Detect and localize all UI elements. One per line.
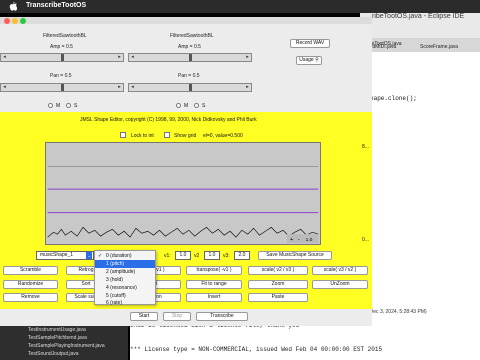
shape-graph[interactable]: + - 1.0 (45, 142, 321, 245)
radio-label: S (202, 103, 206, 109)
show-grid-label: Show grid (174, 133, 197, 139)
scale-v3-v2-button[interactable]: scale( v3 / v2 ) (312, 266, 368, 275)
dropdown-item[interactable]: 4 (resonance) (95, 284, 155, 292)
slider-right-arrow-icon[interactable]: ▸ (116, 84, 123, 91)
console-output: JMSL is licensed with a license file, th… (130, 320, 480, 360)
slider-left-arrow-icon[interactable]: ◂ (129, 84, 136, 91)
pan-label: Pan = 0.5 (50, 73, 72, 79)
save-musicshape-source-button[interactable]: Save MusicShape Source (258, 251, 332, 260)
slider-right-arrow-icon[interactable]: ▸ (244, 84, 251, 91)
stop-button[interactable]: Stop (163, 312, 191, 321)
slider-left-arrow-icon[interactable]: ◂ (1, 54, 8, 61)
shape-select-label: musicShape_1 (40, 252, 74, 258)
graph-min-label: 0... (362, 237, 369, 243)
code-line: hape.clone(); (370, 95, 417, 102)
v1-label: v1: (164, 253, 171, 259)
randomize-button[interactable]: Randomize (3, 280, 58, 289)
status-text: el=0, value=0.500 (203, 133, 243, 139)
app-menu-name[interactable]: TranscribeTootOS (26, 2, 86, 9)
insert-button[interactable]: Insert (186, 293, 242, 302)
eclipse-window-title: ribeTootOS.java - Eclipse IDE (372, 13, 465, 20)
scramble-button[interactable]: Scramble (3, 266, 58, 275)
mute-radio[interactable] (176, 103, 181, 108)
graph-max-label: 8... (362, 144, 369, 150)
apple-icon[interactable] (9, 1, 17, 11)
pan-slider[interactable]: ◂ ▸ (128, 83, 252, 92)
amp-slider[interactable]: ◂ ▸ (0, 53, 124, 62)
solo-radio[interactable] (194, 103, 199, 108)
v2-field[interactable]: 1.0 (204, 251, 220, 260)
slider-right-arrow-icon[interactable]: ▸ (116, 54, 123, 61)
checkmark-icon: ✓ (98, 253, 103, 259)
amp-slider[interactable]: ◂ ▸ (128, 53, 252, 62)
solo-radio[interactable] (66, 103, 71, 108)
zoom-button[interactable]: Zoom (248, 280, 308, 289)
record-wav-button[interactable]: Record WAV (290, 39, 330, 48)
usage-button[interactable]: Usage ⚲ (296, 56, 322, 65)
console-line: *** License type = NON-COMMERCIAL, issue… (130, 346, 383, 353)
fit-to-range-button[interactable]: Fit to range (186, 280, 242, 289)
dimension-dropdown-menu: ✓ 0 (duration) 1 (pitch) 2 (amplitude) 3 … (94, 250, 156, 307)
mute-radio[interactable] (48, 103, 53, 108)
radio-label: M (56, 103, 61, 109)
usage-label: Usage (299, 57, 314, 63)
start-button[interactable]: Start (130, 312, 158, 321)
scale-v2-v3-button[interactable]: scale( v2 / v3 ) (248, 266, 308, 275)
v3-field[interactable]: 2.0 (234, 251, 250, 260)
radio-label: M (184, 103, 189, 109)
slider-right-arrow-icon[interactable]: ▸ (244, 54, 251, 61)
slider-thumb[interactable] (189, 84, 192, 91)
transpose-v1-button[interactable]: transpose( -v1 ) (186, 266, 242, 275)
tree-item[interactable]: TestSamplePlayingInstrument.java (28, 343, 105, 349)
slider-left-arrow-icon[interactable]: ◂ (1, 84, 8, 91)
dropdown-item[interactable]: 2 (amplitude) (95, 268, 155, 276)
lock-to-int-checkbox[interactable] (120, 132, 126, 138)
tree-item[interactable]: TestSamplePitchbend.java (28, 335, 87, 341)
filter-title: FilteredSawtoothBL (43, 33, 87, 39)
show-grid-checkbox[interactable] (164, 132, 170, 138)
tree-item[interactable]: TestInstrumentUsage.java (28, 327, 86, 333)
slider-thumb[interactable] (61, 84, 64, 91)
eclipse-code-area[interactable] (360, 52, 480, 192)
console-timestamp: (Dec 3, 2024, 5:28:43 PM) (368, 309, 427, 315)
editor-header: JMSL Shape Editor, copyright (C) 1998, 9… (80, 117, 257, 123)
pan-slider[interactable]: ◂ ▸ (0, 83, 124, 92)
v1-field[interactable]: 1.0 (175, 251, 191, 260)
project-explorer: TestInstrumentUsage.java TestSamplePitch… (0, 322, 128, 360)
shape-trace (47, 226, 319, 238)
slider-thumb[interactable] (189, 54, 192, 61)
dropdown-item[interactable]: 6 (rate) (95, 299, 155, 307)
paste-button[interactable]: Paste (248, 293, 308, 302)
zoom-out-control[interactable]: - (298, 237, 300, 243)
dropdown-item[interactable]: 3 (hold) (95, 276, 155, 284)
v3-label: v3: (223, 253, 230, 259)
amp-label: Amp = 0.5 (178, 44, 201, 50)
eclipse-tab[interactable]: ScoreFrame.java (420, 44, 458, 50)
unzoom-button[interactable]: UnZoom (312, 280, 368, 289)
tree-item[interactable]: TestSoundJoutput.java (28, 351, 79, 357)
remove-button[interactable]: Remove (3, 293, 58, 302)
transcribe-button[interactable]: Transcribe (196, 312, 248, 321)
search-icon: ⚲ (315, 57, 319, 63)
chevron-down-icon: ⌄ (86, 252, 92, 259)
radio-label: S (74, 103, 78, 109)
filter-title: FilteredSawtoothBL (170, 33, 214, 39)
shape-select[interactable]: musicShape_1 ⌄ (36, 251, 94, 260)
dropdown-item[interactable]: ✓ 0 (duration) (95, 252, 155, 260)
pan-label: Pan = 0.5 (178, 73, 200, 79)
dropdown-item[interactable]: 1 (pitch) (95, 260, 155, 268)
slider-left-arrow-icon[interactable]: ◂ (129, 54, 136, 61)
lock-to-int-label: Lock to int (131, 133, 154, 139)
v2-label: v2 (194, 253, 200, 259)
amp-label: Amp = 0.5 (50, 44, 73, 50)
zoom-in-control[interactable]: + (290, 237, 294, 243)
slider-thumb[interactable] (61, 54, 64, 61)
zoom-value: 1.0 (306, 237, 313, 243)
